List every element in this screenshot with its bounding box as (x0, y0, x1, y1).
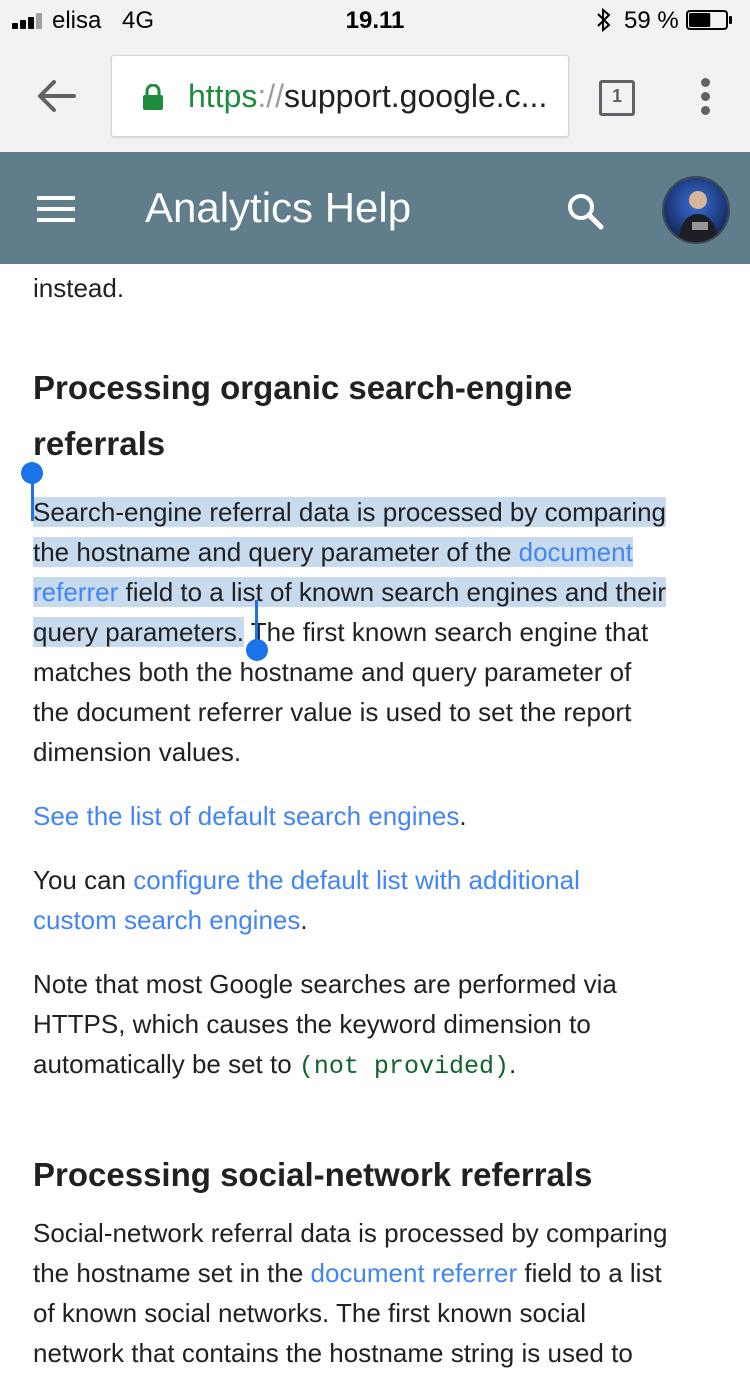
paragraph-text: automatically be set to (33, 1049, 299, 1079)
paragraph-text: the document referrer value is used to s… (33, 697, 632, 727)
heading-line: referrals (33, 425, 166, 462)
search-engine-paragraph: Search-engine referral data is processed… (33, 492, 723, 772)
account-avatar[interactable] (662, 176, 730, 244)
overflow-menu-button[interactable] (694, 78, 718, 116)
selected-text: Search-engine referral data is processed… (33, 497, 667, 527)
paragraph-text: network that contains the hostname strin… (33, 1338, 633, 1368)
lock-icon (143, 84, 163, 110)
paragraph-text: The first known search engine that (243, 617, 649, 647)
hamburger-icon (37, 196, 75, 200)
configure-search-engines-link-continued[interactable]: custom search engines (33, 905, 300, 935)
previous-paragraph-tail: instead. (33, 273, 125, 303)
configure-search-engines-link[interactable]: configure the default list with addition… (133, 865, 580, 895)
paragraph-text: matches both the hostname and query para… (33, 657, 632, 687)
social-network-paragraph: Social-network referral data is processe… (33, 1213, 723, 1373)
default-search-engines-paragraph: See the list of default search engines. (33, 796, 723, 836)
paragraph-text: HTTPS, which causes the keyword dimensio… (33, 1009, 591, 1039)
paragraph-text: You can (33, 865, 134, 895)
document-referrer-link-continued[interactable]: referrer (33, 577, 118, 607)
menu-button[interactable] (37, 196, 75, 222)
back-button[interactable] (34, 74, 78, 118)
paragraph-text: Social-network referral data is processe… (33, 1218, 668, 1248)
selected-text: the hostname and query parameter of the (33, 537, 519, 567)
configure-list-paragraph: You can configure the default list with … (33, 860, 723, 940)
not-provided-code: (not provided) (298, 1052, 509, 1081)
https-note-paragraph: Note that most Google searches are perfo… (33, 964, 723, 1087)
tab-switcher-button[interactable]: 1 (599, 80, 635, 116)
address-bar[interactable]: https://support.google.c... (111, 55, 569, 137)
tab-count: 1 (611, 86, 622, 106)
search-icon (568, 194, 604, 230)
avatar-photo (664, 178, 728, 242)
url-host: support.google.c... (284, 78, 548, 114)
more-vert-icon-dot (701, 92, 710, 101)
battery-icon (686, 10, 732, 30)
hamburger-icon-bar (37, 207, 75, 211)
app-bar: Analytics Help (0, 152, 750, 264)
punctuation: . (508, 1049, 517, 1079)
punctuation: . (459, 801, 467, 831)
default-search-engines-link[interactable]: See the list of default search engines (33, 801, 459, 831)
status-bar: elisa 4G 19.11 59 % (0, 0, 750, 40)
browser-toolbar: https://support.google.c... 1 (0, 40, 750, 152)
article-content: instead. Processing organic search-engin… (33, 264, 723, 1373)
url-text: https://support.google.c... (188, 78, 558, 115)
paragraph-text: the hostname set in the (33, 1258, 311, 1288)
hamburger-icon-bar (37, 218, 75, 222)
more-vert-icon-dot (701, 106, 710, 115)
paragraph-text: of known social networks. The first know… (33, 1298, 586, 1328)
battery-percent: 59 % (624, 7, 679, 34)
punctuation: . (300, 905, 308, 935)
url-separator: :// (257, 78, 285, 114)
url-scheme: https (188, 78, 258, 114)
selected-text: field to a list of known search engines … (118, 577, 667, 607)
more-vert-icon (701, 78, 710, 87)
selection-end-handle[interactable] (246, 600, 268, 662)
document-referrer-link[interactable]: document referrer (311, 1258, 518, 1288)
heading-line: Processing organic search-engine (33, 369, 573, 406)
search-button[interactable] (566, 192, 604, 230)
section-heading-social-network: Processing social-network referrals (33, 1156, 593, 1193)
selected-text: query parameters. (33, 617, 244, 647)
app-title: Analytics Help (145, 184, 412, 231)
bluetooth-icon (597, 8, 611, 32)
paragraph-text: Note that most Google searches are perfo… (33, 969, 617, 999)
paragraph-text: field to a list (517, 1258, 662, 1288)
section-heading-search-engine: Processing organic search-engine referra… (33, 360, 723, 472)
arrow-left-icon (38, 80, 76, 112)
paragraph-text: dimension values. (33, 737, 242, 767)
document-referrer-link[interactable]: document (519, 537, 633, 567)
selection-start-handle[interactable] (21, 461, 43, 521)
